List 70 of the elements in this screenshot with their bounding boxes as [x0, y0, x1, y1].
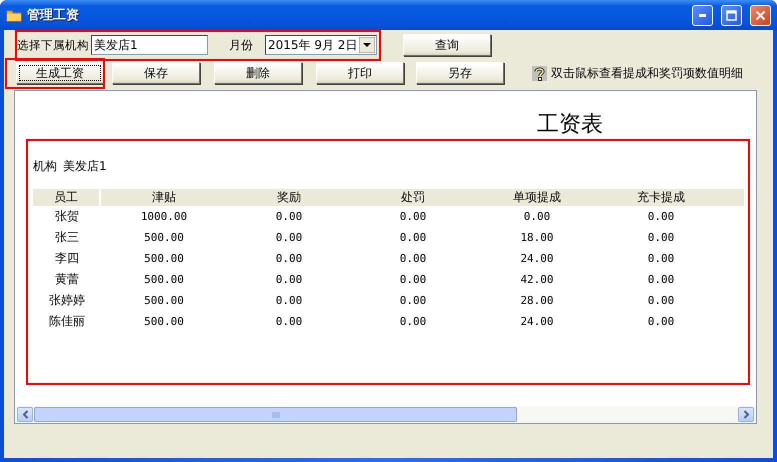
table-cell: 张三 [55, 229, 79, 246]
query-button[interactable]: 查询 [403, 34, 491, 56]
scrollbar-thumb[interactable] [34, 407, 517, 422]
column-header: 奖励 [277, 189, 301, 206]
table-cell: 0.00 [276, 252, 302, 265]
date-picker[interactable]: 2015年 9月 2日 [265, 35, 377, 55]
table-cell: 42.00 [520, 273, 554, 286]
table-cell: 张婷婷 [49, 292, 85, 309]
toolbar-button[interactable]: 另存 [416, 62, 504, 84]
table-cell: 0.00 [648, 210, 674, 223]
table-cell: 28.00 [520, 294, 554, 307]
toolbar-button[interactable]: 删除 [214, 62, 302, 84]
table-cell: 1000.00 [140, 210, 188, 223]
table-cell: 0.00 [400, 231, 426, 244]
table-cell: 0.00 [276, 231, 302, 244]
column-header: 员工 [54, 189, 78, 206]
table-cell: 0.00 [648, 315, 674, 328]
table-cell: 0.00 [648, 231, 674, 244]
table-cell: 500.00 [144, 273, 184, 286]
table-cell: 张贺 [55, 208, 79, 225]
table-cell: 500.00 [144, 294, 184, 307]
table-cell: 500.00 [144, 315, 184, 328]
close-button[interactable] [750, 4, 771, 26]
table-cell: 0.00 [648, 294, 674, 307]
org-name: 美发店1 [63, 158, 107, 175]
column-header: 处罚 [401, 189, 425, 206]
table-cell: 0.00 [276, 210, 302, 223]
report-title: 工资表 [537, 110, 603, 138]
window-title: 管理工资 [27, 7, 80, 24]
table-cell: 18.00 [520, 231, 554, 244]
toolbar-button[interactable]: 保存 [112, 62, 200, 84]
chevron-left-icon[interactable] [22, 410, 28, 419]
column-header: 津贴 [152, 189, 176, 206]
month-label: 月份 [229, 36, 254, 54]
chevron-right-icon[interactable] [742, 410, 750, 419]
org-field[interactable]: 美发店1 [91, 35, 208, 55]
table-cell: 0.00 [400, 273, 426, 286]
table-cell: 0.00 [400, 252, 426, 265]
table-cell: 0.00 [400, 315, 426, 328]
toolbar-button[interactable]: 打印 [316, 62, 404, 84]
minimize-icon[interactable] [698, 14, 706, 16]
close-icon[interactable] [755, 10, 766, 20]
table-cell: 500.00 [144, 231, 184, 244]
table-cell: 0.00 [400, 210, 426, 223]
org-label: 选择下属机构 [17, 38, 90, 52]
maximize-button[interactable] [721, 4, 742, 26]
table-cell: 陈佳丽 [49, 313, 85, 330]
table-cell: 0.00 [276, 273, 302, 286]
toolbar-button[interactable]: 生成工资 [16, 62, 104, 84]
table-cell: 500.00 [144, 252, 184, 265]
table-cell: 0.00 [648, 252, 674, 265]
table-cell: 0.00 [276, 315, 302, 328]
maximize-icon[interactable] [726, 10, 737, 20]
table-cell: 24.00 [520, 252, 554, 265]
table-cell: 0.00 [400, 294, 426, 307]
scroll-left-button[interactable] [17, 407, 33, 422]
org-label: 机构 [33, 158, 57, 175]
table-cell: 0.00 [648, 273, 674, 286]
help-icon [532, 66, 547, 80]
table-cell: 24.00 [520, 315, 554, 328]
dropdown-icon[interactable] [359, 37, 375, 53]
table-cell: 0.00 [524, 210, 550, 223]
scroll-right-button[interactable] [738, 407, 754, 422]
table-cell: 李四 [55, 250, 79, 267]
table-cell: 黄蕾 [55, 271, 79, 288]
hint-text: 双击鼠标查看提成和奖罚项数值明细 [551, 64, 743, 82]
table-cell: 0.00 [276, 294, 302, 307]
minimize-button[interactable] [692, 4, 713, 26]
column-header: 单项提成 [513, 189, 561, 206]
column-header: 充卡提成 [637, 189, 685, 206]
